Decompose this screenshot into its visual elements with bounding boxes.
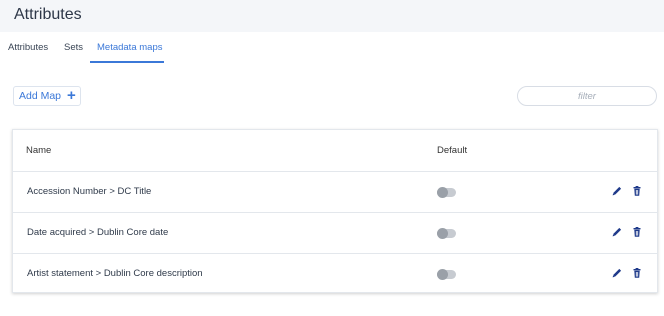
pencil-icon[interactable] xyxy=(611,267,623,279)
trash-icon[interactable] xyxy=(631,185,643,197)
filter-input[interactable] xyxy=(517,86,657,106)
toggle-knob xyxy=(437,187,448,198)
table-row: Date acquired > Dublin Core date xyxy=(13,213,657,253)
active-tab-indicator xyxy=(90,61,164,63)
plus-icon: + xyxy=(67,87,76,104)
pencil-icon[interactable] xyxy=(611,185,623,197)
add-map-label: Add Map xyxy=(19,90,62,102)
map-name: Accession Number > DC Title xyxy=(27,186,152,197)
tab-bar: Attributes Sets Metadata maps xyxy=(0,32,664,63)
tab-attributes[interactable]: Attributes xyxy=(8,42,48,53)
tab-metadata-maps[interactable]: Metadata maps xyxy=(97,42,162,53)
page-title: Attributes xyxy=(14,6,82,23)
toggle-knob xyxy=(437,228,448,239)
column-header-name: Name xyxy=(26,145,52,156)
column-header-default: Default xyxy=(437,145,468,156)
pencil-icon[interactable] xyxy=(611,226,623,238)
default-toggle[interactable] xyxy=(437,269,456,280)
page-header: Attributes xyxy=(0,0,664,32)
add-map-button[interactable]: Add Map + xyxy=(13,86,81,106)
metadata-maps-table: Name Default Accession Number > DC Title… xyxy=(12,129,658,293)
default-toggle[interactable] xyxy=(437,228,456,239)
map-name: Artist statement > Dublin Core descripti… xyxy=(27,268,203,279)
toggle-knob xyxy=(437,269,448,280)
map-name: Date acquired > Dublin Core date xyxy=(27,227,169,238)
table-row: Artist statement > Dublin Core descripti… xyxy=(13,254,657,294)
table-row: Accession Number > DC Title xyxy=(13,172,657,212)
trash-icon[interactable] xyxy=(631,226,643,238)
default-toggle[interactable] xyxy=(437,187,456,198)
trash-icon[interactable] xyxy=(631,267,643,279)
tab-sets[interactable]: Sets xyxy=(64,42,83,53)
